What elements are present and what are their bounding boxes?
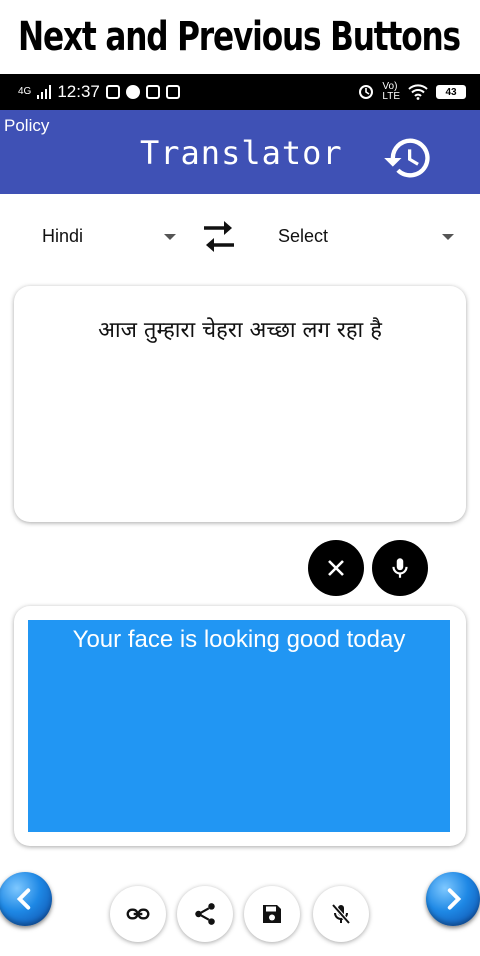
- microphone-button[interactable]: [372, 540, 428, 596]
- save-icon: [263, 905, 281, 923]
- share-icon: [195, 903, 215, 925]
- close-icon: [328, 560, 344, 576]
- language-selector-row: Hindi Select: [0, 210, 480, 266]
- previous-button[interactable]: [0, 872, 52, 926]
- save-button[interactable]: [244, 886, 300, 942]
- signal-icon: [37, 85, 52, 99]
- mail-icon: [165, 85, 180, 99]
- history-icon: [384, 138, 430, 178]
- alarm-icon: [359, 85, 374, 99]
- copy-link-button[interactable]: [110, 886, 166, 942]
- instagram-icon: [145, 85, 160, 99]
- history-button[interactable]: [382, 132, 434, 184]
- mute-speech-button[interactable]: [313, 886, 369, 942]
- swap-icon: [204, 221, 234, 252]
- mic-icon: [392, 558, 408, 578]
- chevron-down-icon[interactable]: [442, 234, 454, 240]
- tutorial-banner: Next and Previous Buttons: [0, 0, 480, 74]
- policy-link[interactable]: Policy: [4, 116, 49, 136]
- battery-indicator: 43: [436, 85, 466, 99]
- chat-icon: [125, 85, 140, 99]
- status-bar: 4G 12:37 Vo) LTE 43: [0, 74, 480, 110]
- status-time: 12:37: [57, 82, 100, 101]
- chevron-left-icon: [16, 888, 31, 910]
- target-language-select[interactable]: Select: [278, 226, 328, 247]
- share-button[interactable]: [177, 886, 233, 942]
- link-icon: [126, 908, 150, 920]
- chevron-down-icon[interactable]: [164, 234, 176, 240]
- mic-off-icon: [331, 903, 351, 925]
- network-type: 4G: [18, 86, 32, 97]
- wifi-icon: [408, 84, 428, 100]
- notification-icon: [105, 85, 120, 99]
- app-bar: Policy Translator: [0, 110, 480, 194]
- translated-text-area[interactable]: Your face is looking good today: [28, 620, 450, 832]
- source-language-select[interactable]: Hindi: [42, 226, 83, 247]
- volte-indicator: Vo) LTE: [382, 82, 400, 102]
- next-button[interactable]: [426, 872, 480, 926]
- output-text-card: Your face is looking good today: [14, 606, 466, 846]
- banner-title: Next and Previous Buttons: [18, 14, 461, 60]
- source-text-input[interactable]: आज तुम्हारा चेहरा अच्छा लग रहा है: [14, 314, 466, 344]
- chevron-right-icon: [447, 888, 462, 910]
- swap-languages-button[interactable]: [200, 216, 238, 258]
- clear-button[interactable]: [308, 540, 364, 596]
- translated-text: Your face is looking good today: [72, 626, 406, 653]
- input-text-card[interactable]: आज तुम्हारा चेहरा अच्छा लग रहा है: [14, 286, 466, 522]
- app-title: Translator: [140, 134, 343, 172]
- volte-bottom: LTE: [382, 91, 400, 102]
